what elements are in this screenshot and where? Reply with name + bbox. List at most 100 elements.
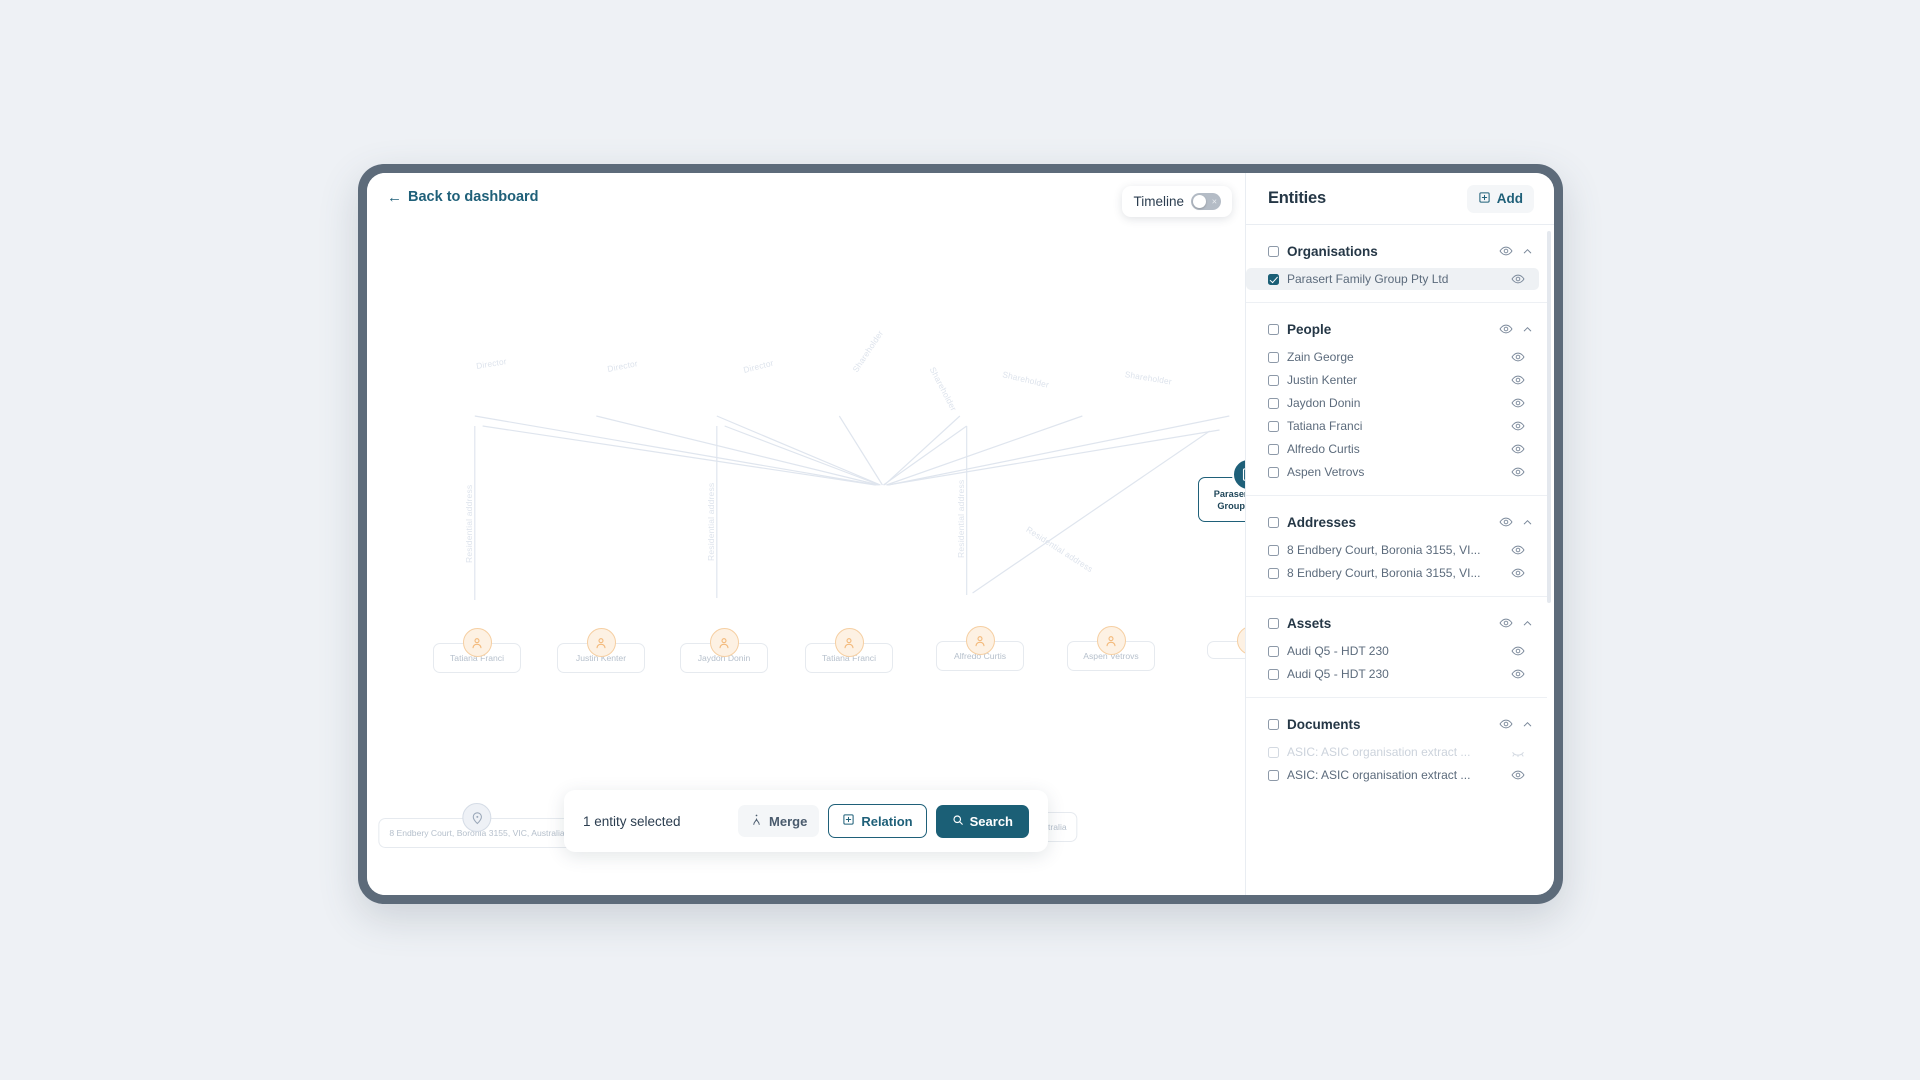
- entity-list-item[interactable]: Zain George: [1246, 346, 1539, 368]
- entity-item-label: Audi Q5 - HDT 230: [1287, 644, 1389, 658]
- entity-group-header[interactable]: Assets: [1246, 610, 1547, 636]
- group-checkbox[interactable]: [1268, 245, 1279, 257]
- edges-org-to-people: [474, 415, 1230, 486]
- graph-node-person[interactable]: Aspen Vetrovs: [1067, 626, 1155, 671]
- entity-checkbox[interactable]: [1268, 420, 1279, 432]
- app-window: ← Back to dashboard Timeline × Director …: [358, 164, 1563, 904]
- entity-checkbox[interactable]: [1268, 397, 1279, 409]
- group-checkbox[interactable]: [1268, 617, 1279, 629]
- selection-count-label: 1 entity selected: [583, 813, 681, 829]
- visibility-eye-icon[interactable]: [1511, 543, 1525, 557]
- visibility-eye-icon[interactable]: [1499, 717, 1513, 731]
- visibility-eye-icon[interactable]: [1511, 419, 1525, 433]
- group-checkbox[interactable]: [1268, 718, 1279, 730]
- merge-button[interactable]: Merge: [738, 805, 820, 837]
- entity-group-people: People Zain George Justin Kenter Jaydon Don…: [1246, 303, 1547, 496]
- entity-list-item[interactable]: Tatiana Franci: [1246, 415, 1539, 437]
- entities-title: Entities: [1268, 189, 1326, 207]
- entity-list-item[interactable]: Audi Q5 - HDT 230: [1246, 663, 1539, 685]
- entity-item-label: ASIC: ASIC organisation extract ...: [1287, 745, 1471, 759]
- entity-list-item[interactable]: ASIC: ASIC organisation extract ...: [1246, 741, 1539, 763]
- group-checkbox[interactable]: [1268, 516, 1279, 528]
- entity-group-title: Organisations: [1287, 243, 1378, 259]
- visibility-eye-icon[interactable]: [1499, 515, 1513, 529]
- graph-node-address[interactable]: 8 Endbery Court, Boronia 3155, VIC, Aust…: [378, 803, 576, 848]
- visibility-eye-icon[interactable]: [1511, 465, 1525, 479]
- entity-list-item[interactable]: ASIC: ASIC organisation extract ...: [1246, 764, 1539, 786]
- entity-group-documents: Documents ASIC: ASIC organisation extract…: [1246, 698, 1547, 798]
- chevron-up-icon[interactable]: [1522, 324, 1533, 335]
- person-icon: [709, 628, 739, 657]
- entity-checkbox[interactable]: [1268, 645, 1279, 657]
- entity-list-item[interactable]: Justin Kenter: [1246, 369, 1539, 391]
- chevron-up-icon[interactable]: [1522, 719, 1533, 730]
- entities-sidebar: Entities Add Organisations Parasert Famil…: [1245, 173, 1554, 895]
- graph-node-organisation[interactable]: Parasert Family Group Pty Ltd: [1198, 458, 1245, 522]
- graph-node-person[interactable]: Tatiana Franci: [433, 628, 521, 673]
- visibility-eye-icon[interactable]: [1511, 350, 1525, 364]
- entity-list-item[interactable]: 8 Endbery Court, Boronia 3155, VI...: [1246, 562, 1539, 584]
- edges-person-to-address: [474, 426, 1211, 600]
- visibility-eye-icon[interactable]: [1511, 566, 1525, 580]
- search-button[interactable]: Search: [935, 804, 1029, 838]
- add-entity-button[interactable]: Add: [1466, 184, 1534, 213]
- graph-canvas[interactable]: ← Back to dashboard Timeline × Director …: [367, 173, 1245, 895]
- entity-group-header[interactable]: Documents: [1246, 711, 1547, 737]
- edge-label-shareholder: Shareholder: [1002, 369, 1051, 390]
- graph-node-person[interactable]: Jaydon Donin: [680, 628, 768, 673]
- entity-checkbox[interactable]: [1268, 351, 1279, 363]
- entity-list-item[interactable]: 8 Endbery Court, Boronia 3155, VI...: [1246, 539, 1539, 561]
- entity-item-label: Alfredo Curtis: [1287, 442, 1360, 456]
- entity-list-item[interactable]: Parasert Family Group Pty Ltd: [1246, 268, 1539, 290]
- entity-list-item[interactable]: Audi Q5 - HDT 230: [1246, 640, 1539, 662]
- entity-list-item[interactable]: Jaydon Donin: [1246, 392, 1539, 414]
- visibility-eye-icon[interactable]: [1499, 244, 1513, 258]
- entity-checkbox[interactable]: [1268, 466, 1279, 478]
- timeline-toggle-chip[interactable]: Timeline ×: [1122, 186, 1232, 217]
- entities-scroll-area[interactable]: Organisations Parasert Family Group Pty L…: [1246, 225, 1554, 895]
- timeline-toggle[interactable]: ×: [1191, 193, 1221, 210]
- entity-checkbox[interactable]: [1268, 746, 1279, 758]
- chevron-up-icon[interactable]: [1522, 517, 1533, 528]
- sidebar-scrollbar[interactable]: [1547, 231, 1551, 603]
- entity-list-item[interactable]: Alfredo Curtis: [1246, 438, 1539, 460]
- graph-node-person[interactable]: Tatiana Franci: [805, 628, 893, 673]
- visibility-eye-icon[interactable]: [1511, 768, 1525, 782]
- graph-node-person[interactable]: [1207, 626, 1245, 659]
- entity-checkbox[interactable]: [1268, 544, 1279, 556]
- entity-group-organisations: Organisations Parasert Family Group Pty L…: [1246, 225, 1547, 303]
- toggle-off-mark: ×: [1211, 196, 1217, 206]
- group-checkbox[interactable]: [1268, 323, 1279, 335]
- entity-checkbox[interactable]: [1268, 374, 1279, 386]
- visibility-eye-icon[interactable]: [1499, 616, 1513, 630]
- visibility-eye-icon[interactable]: [1511, 396, 1525, 410]
- entity-checkbox[interactable]: [1268, 668, 1279, 680]
- entity-list-item[interactable]: Aspen Vetrovs: [1246, 461, 1539, 483]
- entity-item-label: 8 Endbery Court, Boronia 3155, VI...: [1287, 543, 1481, 557]
- merge-icon: [750, 813, 763, 829]
- back-to-dashboard-link[interactable]: ← Back to dashboard: [387, 189, 539, 205]
- relation-label: Relation: [861, 813, 913, 829]
- entity-group-header[interactable]: Organisations: [1246, 238, 1547, 264]
- visibility-eye-icon[interactable]: [1511, 373, 1525, 387]
- visibility-eye-icon[interactable]: [1511, 442, 1525, 456]
- graph-node-person[interactable]: Alfredo Curtis: [936, 626, 1024, 671]
- entity-checkbox[interactable]: [1268, 443, 1279, 455]
- visibility-eye-icon[interactable]: [1511, 272, 1525, 286]
- relation-button[interactable]: Relation: [828, 804, 927, 838]
- graph-node-person[interactable]: Justin Kenter: [557, 628, 645, 673]
- chevron-up-icon[interactable]: [1522, 246, 1533, 257]
- entity-checkbox[interactable]: [1268, 273, 1279, 285]
- visibility-eye-icon[interactable]: [1511, 644, 1525, 658]
- visibility-off-eye-icon[interactable]: [1511, 745, 1525, 759]
- visibility-eye-icon[interactable]: [1511, 667, 1525, 681]
- entity-checkbox[interactable]: [1268, 769, 1279, 781]
- entity-checkbox[interactable]: [1268, 567, 1279, 579]
- edge-label-shareholder: Shareholder: [1124, 369, 1172, 387]
- visibility-eye-icon[interactable]: [1499, 322, 1513, 336]
- entity-group-header[interactable]: People: [1246, 316, 1547, 342]
- person-icon: [834, 628, 864, 657]
- toggle-knob: [1193, 195, 1206, 208]
- chevron-up-icon[interactable]: [1522, 618, 1533, 629]
- entity-group-header[interactable]: Addresses: [1246, 509, 1547, 535]
